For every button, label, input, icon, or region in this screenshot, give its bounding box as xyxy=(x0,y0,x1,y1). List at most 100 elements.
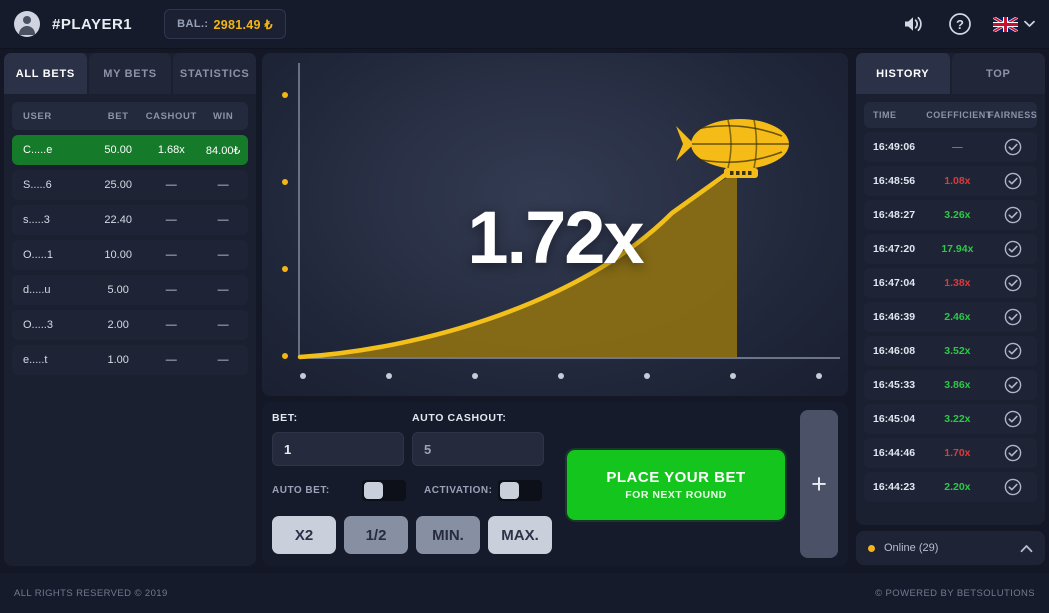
tab-my-bets[interactable]: MY BETS xyxy=(88,53,174,94)
cell-time: 16:45:33 xyxy=(873,379,916,391)
copyright-text: ALL RIGHTS RESERVED © 2019 xyxy=(14,587,168,599)
bet-label: BET: xyxy=(272,412,298,424)
cell-bet: 2.00 xyxy=(107,319,129,331)
auto-bet-toggle[interactable] xyxy=(362,480,406,501)
cell-time: 16:47:04 xyxy=(873,277,916,289)
column-coefficient: COEFFICIENT xyxy=(926,110,992,120)
check-circle-icon xyxy=(1004,478,1022,496)
bet-inputs-group: BET: AUTO CASHOUT: ₺ x AUTO BET: ACTIVAT… xyxy=(272,412,554,554)
cell-cashout: — xyxy=(165,179,177,191)
uk-flag-icon xyxy=(993,16,1018,32)
online-status-bar[interactable]: Online (29) xyxy=(856,531,1045,565)
fairness-cell[interactable] xyxy=(989,342,1037,360)
history-row[interactable]: 16:48:56 1.08x xyxy=(864,166,1037,196)
table-row[interactable]: S.....6 25.00 — — xyxy=(12,170,248,200)
toggle-knob xyxy=(500,482,519,499)
history-row[interactable]: 16:44:23 2.20x xyxy=(864,472,1037,502)
input-labels: BET: AUTO CASHOUT: xyxy=(272,412,554,424)
history-row[interactable]: 16:46:08 3.52x xyxy=(864,336,1037,366)
history-row[interactable]: 16:47:20 17.94x xyxy=(864,234,1037,264)
tab-statistics[interactable]: STATISTICS xyxy=(173,53,257,94)
fairness-cell[interactable] xyxy=(989,410,1037,428)
activation-toggle[interactable] xyxy=(498,480,542,501)
header-actions: ? xyxy=(901,11,1035,37)
tab-all-bets[interactable]: ALL BETS xyxy=(4,53,89,94)
history-row[interactable]: 16:44:46 1.70x xyxy=(864,438,1037,468)
y-axis-dot xyxy=(282,92,288,98)
history-row[interactable]: 16:46:39 2.46x xyxy=(864,302,1037,332)
cell-coefficient: 1.08x xyxy=(944,175,971,187)
history-panel: HISTORY TOP TIME COEFFICIENT FAIRNESS 16… xyxy=(856,53,1045,525)
table-row[interactable]: e.....t 1.00 — — xyxy=(12,345,248,375)
history-row[interactable]: 16:49:06 — xyxy=(864,132,1037,162)
activation-label: ACTIVATION: xyxy=(424,485,493,496)
tab-top[interactable]: TOP xyxy=(951,53,1045,94)
cell-cashout: 1.68x xyxy=(157,144,185,156)
multiply-x2-button[interactable]: X2 xyxy=(272,516,336,554)
bet-input-group[interactable]: ₺ xyxy=(272,432,404,466)
cell-win: 84.00₺ xyxy=(205,144,241,157)
check-circle-icon xyxy=(1004,376,1022,394)
x-axis-dot xyxy=(472,373,478,379)
fairness-cell[interactable] xyxy=(989,308,1037,326)
tab-history[interactable]: HISTORY xyxy=(856,53,952,94)
place-bet-sub-label: FOR NEXT ROUND xyxy=(625,489,727,501)
app-footer: ALL RIGHTS RESERVED © 2019 © POWERED BY … xyxy=(0,573,1049,613)
fairness-cell[interactable] xyxy=(989,240,1037,258)
table-row[interactable]: O.....3 2.00 — — xyxy=(12,310,248,340)
bets-tabs: ALL BETS MY BETS STATISTICS xyxy=(4,53,257,94)
add-bet-panel-button[interactable]: + xyxy=(800,410,838,558)
fairness-cell[interactable] xyxy=(989,376,1037,394)
table-row[interactable]: O.....1 10.00 — — xyxy=(12,240,248,270)
y-axis-dot xyxy=(282,179,288,185)
min-button[interactable]: MIN. xyxy=(416,516,480,554)
auto-cashout-input[interactable] xyxy=(413,441,543,457)
zeppelin-icon xyxy=(676,119,789,178)
history-row[interactable]: 16:48:27 3.26x xyxy=(864,200,1037,230)
fairness-cell[interactable] xyxy=(989,172,1037,190)
chevron-up-icon[interactable] xyxy=(1020,544,1033,553)
check-circle-icon xyxy=(1004,172,1022,190)
table-row[interactable]: d.....u 5.00 — — xyxy=(12,275,248,305)
player-name: #PLAYER1 xyxy=(52,15,133,33)
bets-table-header: USER BET CASHOUT WIN xyxy=(12,102,248,130)
max-button[interactable]: MAX. xyxy=(488,516,552,554)
online-count-label: Online (29) xyxy=(884,542,939,554)
cell-time: 16:48:56 xyxy=(873,175,916,187)
cell-bet: 22.40 xyxy=(104,214,132,226)
history-row[interactable]: 16:45:04 3.22x xyxy=(864,404,1037,434)
cell-win: — xyxy=(217,214,229,226)
cell-win: — xyxy=(217,319,229,331)
table-row[interactable]: s.....3 22.40 — — xyxy=(12,205,248,235)
cell-coefficient: 3.52x xyxy=(944,345,971,357)
history-row[interactable]: 16:45:33 3.86x xyxy=(864,370,1037,400)
cell-win: — xyxy=(217,284,229,296)
halve-button[interactable]: 1/2 xyxy=(344,516,408,554)
fairness-cell[interactable] xyxy=(989,206,1037,224)
chevron-down-icon xyxy=(1024,20,1035,27)
fairness-cell[interactable] xyxy=(989,274,1037,292)
balance-pill[interactable]: BAL.: 2981.49 ₺ xyxy=(164,9,286,39)
check-circle-icon xyxy=(1004,274,1022,292)
fairness-cell[interactable] xyxy=(989,138,1037,156)
sound-on-icon[interactable] xyxy=(901,11,927,37)
cell-user: O.....3 xyxy=(23,319,53,331)
language-selector[interactable] xyxy=(993,16,1035,32)
auto-cashout-input-group[interactable]: x xyxy=(412,432,544,466)
history-row[interactable]: 16:47:04 1.38x xyxy=(864,268,1037,298)
fairness-cell[interactable] xyxy=(989,444,1037,462)
check-circle-icon xyxy=(1004,138,1022,156)
column-win: WIN xyxy=(213,110,234,122)
bet-input[interactable] xyxy=(273,441,403,457)
fairness-cell[interactable] xyxy=(989,478,1037,496)
cell-time: 16:46:08 xyxy=(873,345,916,357)
column-time: TIME xyxy=(873,110,897,120)
avatar[interactable] xyxy=(14,11,40,37)
cell-user: s.....3 xyxy=(23,214,50,226)
help-icon[interactable]: ? xyxy=(947,11,973,37)
cell-cashout: — xyxy=(165,354,177,366)
cell-time: 16:44:46 xyxy=(873,447,916,459)
x-axis-dot xyxy=(386,373,392,379)
table-row[interactable]: C.....e 50.00 1.68x 84.00₺ xyxy=(12,135,248,165)
place-bet-button[interactable]: PLACE YOUR BET FOR NEXT ROUND xyxy=(567,450,785,520)
